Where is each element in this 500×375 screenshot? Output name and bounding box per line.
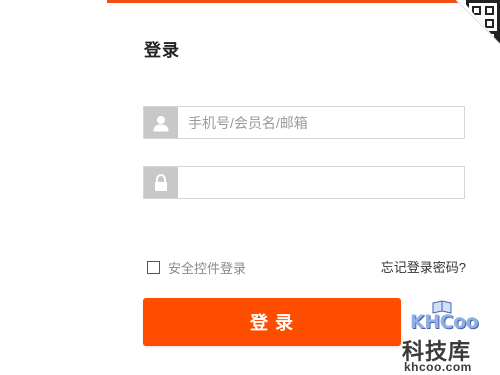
watermark-logo-text: KHCoo bbox=[410, 311, 479, 333]
qr-login-toggle[interactable] bbox=[456, 0, 500, 44]
watermark-logo: KHCoo bbox=[404, 300, 479, 333]
password-input[interactable] bbox=[178, 167, 462, 198]
watermark: KHCoo 科技库 khcoo.com bbox=[400, 296, 500, 375]
forgot-password-link[interactable]: 忘记登录密码? bbox=[381, 257, 466, 276]
secure-control-label: 安全控件登录 bbox=[168, 261, 247, 276]
lock-icon bbox=[144, 167, 178, 198]
secure-control-checkbox[interactable] bbox=[147, 261, 160, 274]
secure-control-option[interactable]: 安全控件登录 bbox=[147, 258, 246, 277]
username-input[interactable] bbox=[178, 107, 462, 138]
qr-code-icon bbox=[456, 0, 500, 44]
login-title: 登录 bbox=[144, 41, 180, 60]
user-icon bbox=[144, 107, 178, 138]
password-field[interactable] bbox=[143, 166, 465, 199]
top-accent-line bbox=[107, 0, 500, 3]
login-submit-button[interactable]: 登 录 bbox=[143, 298, 401, 346]
username-field[interactable] bbox=[143, 106, 465, 139]
watermark-url: khcoo.com bbox=[404, 360, 472, 374]
